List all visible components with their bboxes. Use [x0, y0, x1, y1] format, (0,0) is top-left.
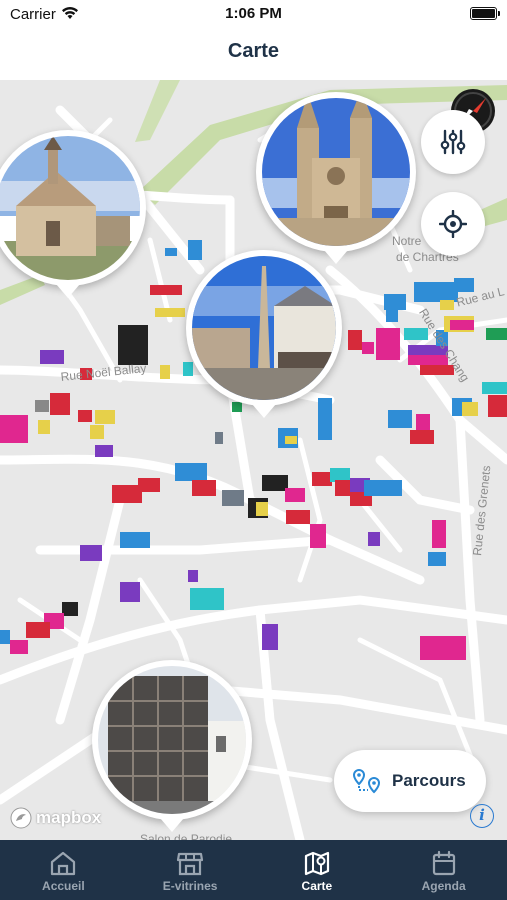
clock: 1:06 PM — [225, 5, 282, 22]
mapbox-label: mapbox — [36, 808, 102, 827]
poi-marker-obelisk-tail — [252, 404, 276, 418]
crosshair-icon — [439, 210, 467, 238]
storefront-icon — [177, 852, 204, 876]
home-icon — [51, 851, 76, 876]
tab-e-vitrines-label: E-vitrines — [162, 879, 218, 893]
map-view[interactable]: Notre de Chartres Rue au L Rue des Chang… — [0, 80, 507, 840]
tab-e-vitrines[interactable]: E-vitrines — [127, 840, 254, 900]
tab-bar: Accueil E-vitrines Carte Agenda — [0, 840, 507, 900]
mapbox-logo[interactable]: mapbox — [10, 807, 101, 829]
poi-photo-cathedral — [262, 98, 410, 246]
calendar-icon — [432, 850, 455, 876]
sliders-icon — [440, 129, 466, 155]
poi-marker-cathedral[interactable] — [256, 92, 416, 252]
tab-accueil[interactable]: Accueil — [0, 840, 127, 900]
tab-agenda-label: Agenda — [421, 879, 466, 893]
status-bar: Carrier 1:06 PM — [0, 0, 507, 28]
poi-photo-chapel — [0, 136, 140, 280]
parcours-button[interactable]: Parcours — [334, 750, 486, 812]
nav-header: Carte — [0, 28, 507, 80]
parcours-label: Parcours — [392, 771, 466, 790]
poi-marker-building-tail — [160, 818, 184, 832]
street-label-notre-dame: Notre — [392, 234, 422, 248]
poi-photo-building — [98, 666, 246, 814]
poi-marker-building[interactable] — [92, 660, 252, 820]
tab-carte-label: Carte — [301, 879, 333, 893]
info-button[interactable]: i — [470, 804, 494, 828]
filter-button[interactable] — [421, 110, 485, 174]
poi-marker-chapel-tail — [56, 284, 80, 298]
street-label-salon: Salon de Parodie — [140, 832, 233, 840]
page-title: Carte — [227, 40, 280, 62]
poi-marker-cathedral-tail — [324, 250, 348, 264]
poi-photo-obelisk — [192, 256, 336, 400]
map-icon — [304, 851, 329, 876]
tab-agenda[interactable]: Agenda — [380, 840, 507, 900]
battery-icon — [470, 7, 500, 20]
route-icon — [352, 768, 381, 794]
tab-accueil-label: Accueil — [42, 879, 85, 893]
mapbox-icon — [10, 807, 32, 829]
locate-me-button[interactable] — [421, 192, 485, 256]
tab-carte[interactable]: Carte — [254, 840, 381, 900]
poi-marker-obelisk[interactable] — [186, 250, 342, 406]
